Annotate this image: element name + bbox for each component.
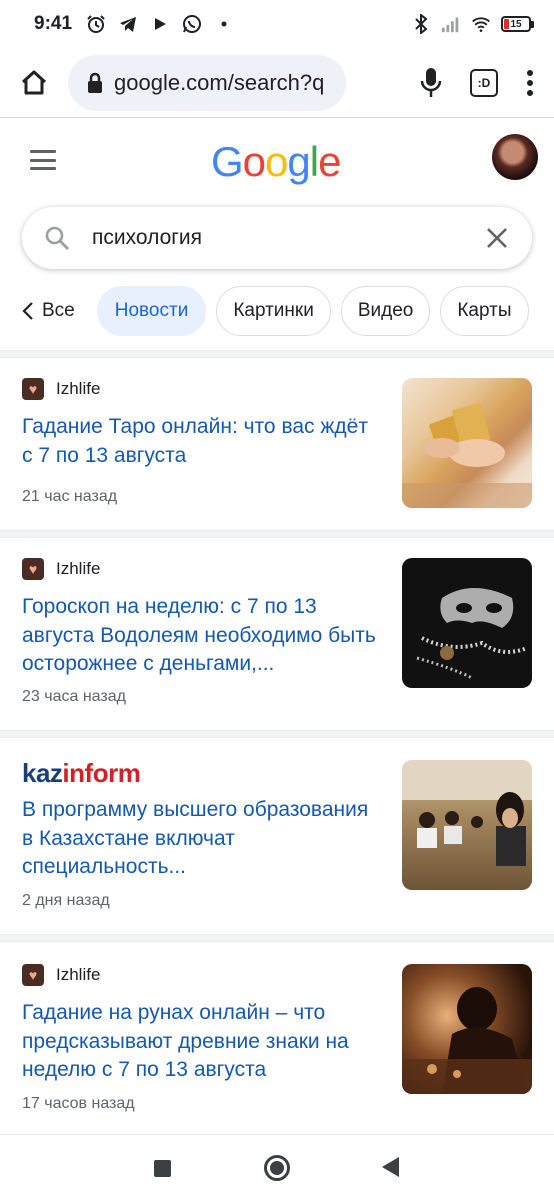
- url-text: google.com/search?q: [114, 69, 325, 95]
- news-thumbnail[interactable]: [402, 964, 532, 1094]
- microphone-icon: [420, 67, 442, 97]
- notification-icons: [86, 14, 234, 34]
- logo-letter: o: [242, 138, 266, 185]
- menu-button[interactable]: [526, 69, 534, 97]
- recent-apps-icon[interactable]: [154, 1160, 171, 1177]
- home-button[interactable]: [14, 63, 54, 103]
- logo-letter: o: [265, 138, 288, 185]
- chevron-left-icon: [22, 302, 33, 320]
- lock-icon: [88, 72, 102, 93]
- logo-letter: g: [287, 138, 310, 185]
- kazinform-logo-part: o: [92, 758, 109, 788]
- play-icon: [150, 14, 170, 34]
- source-name: Izhlife: [56, 379, 101, 398]
- signal-icon: [441, 14, 461, 34]
- news-card[interactable]: Izhlife Гороскоп на неделю: с 7 по 13 ав…: [0, 538, 554, 730]
- news-time: 17 часов назад: [22, 1095, 135, 1112]
- google-header: Google: [0, 120, 554, 200]
- logo-letter: G: [211, 138, 244, 185]
- news-source: Izhlife: [22, 378, 100, 400]
- battery-icon: 15: [501, 16, 534, 32]
- news-card[interactable]: Izhlife Гадание на рунах онлайн – что пр…: [0, 942, 554, 1142]
- news-time: 21 час назад: [22, 488, 118, 505]
- whatsapp-icon: [182, 14, 202, 34]
- all-results-chip[interactable]: Все: [22, 300, 75, 322]
- clear-search-button[interactable]: [484, 225, 510, 251]
- news-card[interactable]: Izhlife Гадание Таро онлайн: что вас ждё…: [0, 358, 554, 530]
- hamburger-menu-icon[interactable]: [30, 150, 56, 170]
- news-time: 23 часа назад: [22, 688, 126, 705]
- source-name: Izhlife: [56, 559, 101, 578]
- search-input[interactable]: психология: [92, 226, 202, 250]
- chip-news[interactable]: Новости: [96, 286, 207, 336]
- news-thumbnail[interactable]: [402, 378, 532, 508]
- logo-letter: l: [309, 138, 319, 185]
- home-nav-icon[interactable]: [264, 1155, 290, 1181]
- news-title[interactable]: Гадание Таро онлайн: что вас ждёт с 7 по…: [22, 413, 382, 470]
- status-bar: 9:41 15: [0, 0, 554, 48]
- all-results-label: Все: [42, 300, 75, 321]
- kazinform-logo-part: rm: [108, 758, 141, 788]
- izhlife-favicon-icon: [22, 378, 44, 400]
- alarm-icon: [86, 14, 106, 34]
- divider: [0, 530, 554, 538]
- voice-search-button[interactable]: [420, 67, 442, 99]
- tab-switcher-button[interactable]: :D: [470, 68, 498, 97]
- source-name: Izhlife: [56, 965, 101, 984]
- chip-maps[interactable]: Карты: [440, 286, 529, 336]
- system-navigation-bar: [0, 1134, 554, 1200]
- news-card[interactable]: kazinform В программу высшего образовани…: [0, 738, 554, 934]
- divider: [0, 934, 554, 942]
- divider: [0, 730, 554, 738]
- news-title[interactable]: В программу высшего образования в Казахс…: [22, 796, 382, 882]
- news-source: Izhlife: [22, 558, 100, 580]
- news-thumbnail[interactable]: [402, 558, 532, 688]
- news-source: Izhlife: [22, 964, 100, 986]
- kazinform-logo: kazinform: [22, 758, 141, 789]
- avatar[interactable]: [492, 134, 538, 180]
- wifi-icon: [471, 14, 491, 34]
- search-icon: [45, 226, 69, 250]
- kazinform-logo-part: kaz: [22, 758, 63, 788]
- close-icon: [487, 228, 507, 248]
- news-results: Izhlife Гадание Таро онлайн: что вас ждё…: [0, 350, 554, 1142]
- battery-level: 15: [510, 18, 522, 30]
- status-time: 9:41: [34, 13, 73, 34]
- dot-icon: [214, 14, 234, 34]
- tab-switcher-label: :D: [477, 75, 491, 90]
- search-box[interactable]: психология: [22, 207, 532, 269]
- back-nav-icon[interactable]: [382, 1157, 399, 1177]
- chip-video[interactable]: Видео: [340, 286, 431, 336]
- logo-letter: e: [318, 138, 341, 185]
- address-bar[interactable]: google.com/search?q: [68, 54, 346, 111]
- news-title[interactable]: Гороскоп на неделю: с 7 по 13 августа Во…: [22, 593, 382, 679]
- divider: [0, 350, 554, 358]
- telegram-icon: [118, 14, 138, 34]
- izhlife-favicon-icon: [22, 964, 44, 986]
- izhlife-favicon-icon: [22, 558, 44, 580]
- search-filter-chips: Все Новости Картинки Видео Карты: [22, 286, 529, 336]
- bluetooth-icon: [411, 14, 431, 34]
- news-thumbnail[interactable]: [402, 760, 532, 890]
- google-logo[interactable]: Google: [211, 138, 341, 186]
- home-icon: [21, 70, 47, 94]
- news-time: 2 дня назад: [22, 892, 110, 909]
- kazinform-logo-part: inf: [62, 758, 93, 788]
- chip-images[interactable]: Картинки: [216, 286, 331, 336]
- browser-toolbar: google.com/search?q :D: [0, 48, 554, 118]
- news-title[interactable]: Гадание на рунах онлайн – что предсказыв…: [22, 999, 382, 1085]
- system-icons: 15: [411, 14, 534, 34]
- more-vert-icon: [527, 69, 533, 96]
